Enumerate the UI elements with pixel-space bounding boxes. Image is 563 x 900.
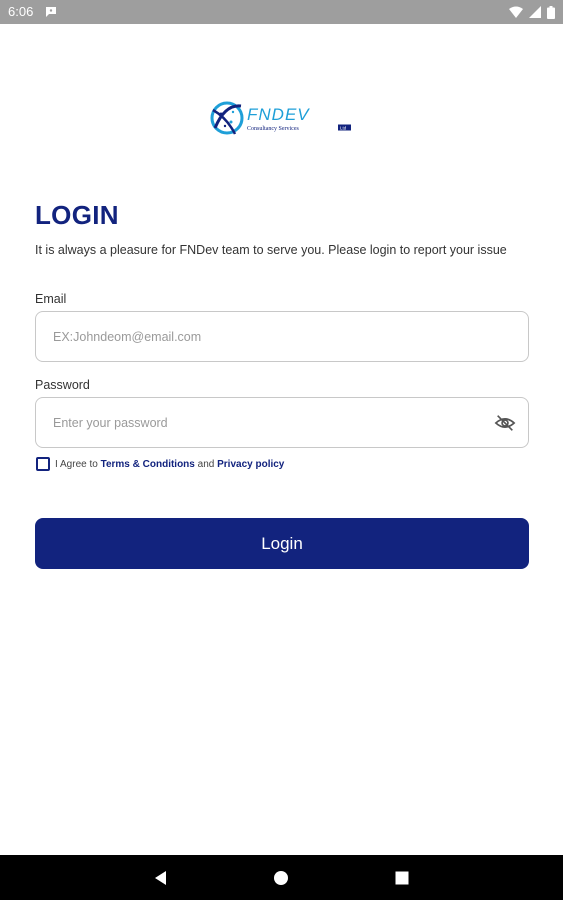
status-time: 6:06 xyxy=(8,4,34,19)
logo-mark: FNDEV Consultancy Services Ltd xyxy=(210,101,351,135)
signal-icon xyxy=(529,6,541,18)
svg-text:Consultancy Services: Consultancy Services xyxy=(247,126,299,132)
login-button[interactable]: Login xyxy=(35,518,529,569)
password-field[interactable] xyxy=(35,397,529,448)
page-subtitle: It is always a pleasure for FNDev team t… xyxy=(35,243,507,257)
message-icon xyxy=(46,7,56,17)
svg-text:FNDEV: FNDEV xyxy=(247,105,310,124)
status-icons xyxy=(509,5,555,19)
password-label: Password xyxy=(35,378,90,392)
eye-off-icon[interactable] xyxy=(494,412,516,434)
terms-link[interactable]: Terms & Conditions xyxy=(101,459,195,470)
password-input[interactable] xyxy=(53,398,473,447)
navigation-bar xyxy=(0,855,563,900)
home-icon[interactable] xyxy=(271,868,291,888)
svg-text:Ltd: Ltd xyxy=(340,126,347,131)
back-icon[interactable] xyxy=(151,868,171,888)
email-label: Email xyxy=(35,292,67,306)
status-bar: 6:06 xyxy=(0,0,563,24)
agree-checkbox[interactable] xyxy=(36,457,50,471)
agree-prefix: I Agree to xyxy=(55,458,101,470)
agree-and: and xyxy=(194,458,218,470)
privacy-link[interactable]: Privacy policy xyxy=(217,459,284,470)
page-title: LOGIN xyxy=(35,200,119,230)
email-field[interactable] xyxy=(35,311,529,362)
recents-icon[interactable] xyxy=(392,868,412,888)
battery-icon xyxy=(547,5,555,19)
terms-agreement: I Agree to Terms & Conditions and Privac… xyxy=(36,457,284,471)
fndev-logo: FNDEV Consultancy Services Ltd xyxy=(205,96,355,140)
email-input[interactable] xyxy=(53,312,473,361)
wifi-icon xyxy=(509,6,523,18)
